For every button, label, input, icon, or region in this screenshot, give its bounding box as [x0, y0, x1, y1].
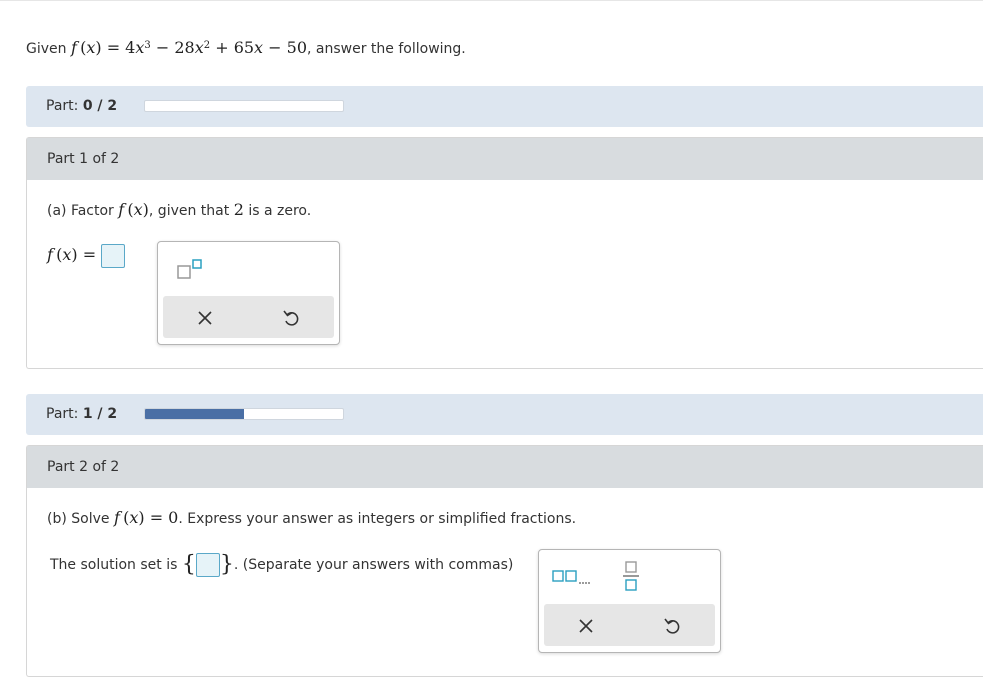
solution-set-input[interactable]	[195, 553, 220, 577]
problem-statement: Given f (x) = 4x3 − 28x2 + 65x − 50, ans…	[26, 38, 466, 57]
part-2-section: Part 2 of 2 (b) Solve f (x) = 0. Express…	[26, 445, 983, 677]
math-palette	[157, 241, 340, 345]
progress-track	[144, 408, 344, 420]
palette-actions	[163, 296, 334, 338]
part-2-header: Part 2 of 2	[27, 446, 983, 488]
factor-answer-input[interactable]	[100, 244, 125, 268]
part-progress-value: 1 / 2	[82, 406, 118, 422]
left-brace: {	[181, 552, 196, 577]
function-expression: f (x) = 4x3 − 28x2 + 65x − 50	[70, 38, 308, 57]
part-2-question: (b) Solve f (x) = 0. Express your answer…	[47, 508, 577, 527]
part-progress-bar-2: Part: 1 / 2	[26, 394, 983, 435]
progress-fill	[145, 409, 244, 419]
undo-icon[interactable]	[660, 614, 684, 638]
part-1-question: (a) Factor f (x), given that 2 is a zero…	[47, 200, 312, 219]
math-palette-2	[538, 549, 721, 653]
palette-actions	[544, 604, 715, 646]
solution-set-row: The solution set is {}. (Separate your a…	[50, 552, 514, 577]
part-1-section: Part 1 of 2 (a) Factor f (x), given that…	[26, 137, 983, 369]
list-tool-icon[interactable]	[551, 566, 591, 588]
part-1-answer-row: f (x) =	[47, 244, 125, 268]
progress-track	[144, 100, 344, 112]
answer-lhs: f (x) =	[47, 245, 97, 264]
top-divider	[0, 0, 983, 1]
undo-icon[interactable]	[279, 306, 303, 330]
part-progress-value: 0 / 2	[82, 98, 118, 114]
clear-icon[interactable]	[193, 306, 217, 330]
superscript-tool-icon[interactable]	[176, 258, 206, 280]
fraction-tool-icon[interactable]	[621, 560, 641, 592]
right-brace: }	[219, 552, 234, 577]
part-1-header: Part 1 of 2	[27, 138, 983, 180]
clear-icon[interactable]	[574, 614, 598, 638]
part-progress-bar: Part: 0 / 2	[26, 86, 983, 127]
